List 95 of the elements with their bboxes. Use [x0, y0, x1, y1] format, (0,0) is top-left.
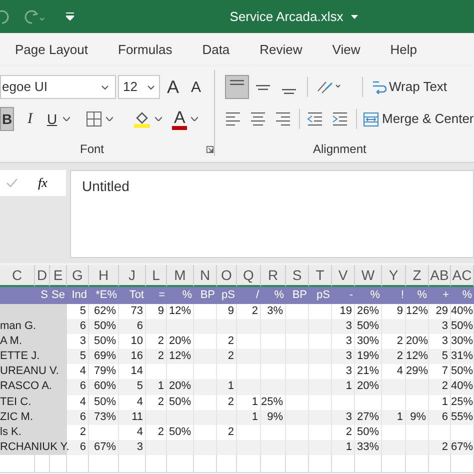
- header-cell-text: Ind: [70, 288, 88, 303]
- name-cell: TEI C.: [0, 394, 67, 410]
- ribbon-tab[interactable]: Formulas: [118, 40, 172, 60]
- align-lines-icon: [282, 89, 296, 94]
- header-cell-text: %: [416, 288, 428, 303]
- italic-button[interactable]: I: [22, 107, 38, 131]
- header-cell-text: %: [369, 288, 381, 303]
- table-cell: 67%: [451, 440, 474, 455]
- ribbon-tab[interactable]: View: [332, 40, 360, 60]
- column-header[interactable]: J: [119, 265, 146, 287]
- column-header[interactable]: N: [194, 265, 217, 287]
- name-cell: ETTE J.: [0, 349, 67, 364]
- name-cell: man G.: [0, 319, 67, 334]
- customize-toolbar-icon[interactable]: [66, 12, 74, 21]
- bold-button[interactable]: B: [0, 107, 14, 131]
- window-title: Service Arcada.xlsx: [230, 8, 344, 26]
- column-header[interactable]: R: [261, 265, 286, 287]
- header-cell-text: %: [181, 288, 193, 303]
- decrease-font-size-button[interactable]: A: [189, 80, 204, 94]
- merge-cells-icon: [363, 112, 379, 126]
- column-header[interactable]: E: [50, 265, 67, 287]
- header-cell-text: *E%: [94, 288, 118, 303]
- column-header[interactable]: O: [217, 265, 237, 287]
- name-cell: ls K.: [0, 424, 67, 440]
- name-cell: RCHANIUK Y.: [0, 440, 67, 455]
- wrap-text-icon: [371, 80, 387, 94]
- ribbon-tab[interactable]: Help: [390, 40, 417, 60]
- column-header[interactable]: Z: [406, 265, 429, 287]
- column-header[interactable]: M: [167, 265, 194, 287]
- wrap-text-button[interactable]: Wrap Text: [371, 77, 448, 97]
- column-header[interactable]: H: [89, 265, 119, 287]
- align-center-icon[interactable]: [250, 112, 266, 126]
- caret-icon[interactable]: [351, 14, 358, 18]
- column-header[interactable]: AB: [429, 265, 451, 287]
- ribbon-tab[interactable]: Page Layout: [15, 40, 88, 60]
- name-cell: RASCO A.: [0, 379, 67, 395]
- name-cell: ZIC M.: [0, 410, 67, 425]
- formula-input[interactable]: Untitled: [70, 170, 474, 258]
- column-header[interactable]: AC: [451, 265, 474, 287]
- header-cell-text: !: [400, 288, 405, 303]
- column-header[interactable]: D: [35, 265, 50, 287]
- header-cell-text: Tot: [128, 288, 145, 303]
- top-align-button[interactable]: [225, 75, 249, 99]
- check-icon[interactable]: [6, 178, 18, 188]
- decrease-indent-icon[interactable]: [307, 112, 323, 126]
- table-cell: 6: [67, 440, 89, 455]
- header-cell-text: +: [442, 288, 450, 303]
- table-cell: 33%: [355, 440, 382, 455]
- name-cell: A M.: [0, 334, 67, 350]
- table-cell: 1: [332, 440, 355, 455]
- fill-color-icon[interactable]: [133, 110, 151, 128]
- borders-icon[interactable]: [86, 111, 102, 127]
- table-cell: 3: [119, 440, 146, 455]
- header-cell-text: Se: [50, 288, 66, 303]
- group-label: Alignment: [313, 141, 366, 158]
- align-right-icon[interactable]: [275, 112, 291, 126]
- ribbon-tab[interactable]: Review: [260, 40, 302, 60]
- header-cell-text: %: [273, 288, 285, 303]
- table-cell: 67%: [89, 440, 119, 455]
- underline-button[interactable]: U: [44, 107, 60, 131]
- column-header[interactable]: Y: [382, 265, 406, 287]
- increase-font-size-button[interactable]: A: [165, 78, 182, 96]
- column-header[interactable]: Q: [237, 265, 261, 287]
- font-name-field[interactable]: egoe UI: [0, 75, 116, 99]
- header-cell-text: BP: [291, 288, 308, 303]
- merge-center-button[interactable]: Merge & Center: [363, 109, 474, 129]
- align-lines-icon: [256, 84, 270, 90]
- table-cell: 2: [429, 440, 451, 455]
- text-orientation-icon[interactable]: [316, 79, 342, 95]
- column-header[interactable]: T: [309, 265, 332, 287]
- dialog-launcher-icon[interactable]: [206, 144, 214, 154]
- column-header[interactable]: V: [332, 265, 355, 287]
- font-size-field[interactable]: 12: [118, 75, 160, 99]
- name-cell: UREANU V.: [0, 364, 67, 380]
- column-header[interactable]: L: [146, 265, 167, 287]
- column-header[interactable]: G: [67, 265, 89, 287]
- ribbon-tab[interactable]: Data: [202, 40, 230, 60]
- name-cell: [0, 304, 67, 320]
- header-cell-text: %: [461, 288, 473, 303]
- group-label: Font: [80, 141, 104, 158]
- header-cell-text: pS: [220, 288, 236, 303]
- header-cell-text: pS: [316, 288, 331, 303]
- column-header[interactable]: S: [286, 265, 309, 287]
- header-cell-text: BP: [199, 288, 216, 303]
- header-cell-text: -: [348, 288, 354, 303]
- header-cell-text: =: [158, 288, 166, 303]
- insert-function-button[interactable]: fx: [38, 173, 48, 193]
- header-cell-text: /: [254, 288, 260, 303]
- column-header[interactable]: W: [355, 265, 382, 287]
- column-header[interactable]: C: [0, 265, 35, 287]
- font-color-button[interactable]: A: [172, 108, 188, 130]
- header-cell-text: S: [40, 288, 49, 303]
- increase-indent-icon[interactable]: [332, 112, 348, 126]
- align-lines-icon: [230, 80, 244, 85]
- align-left-icon[interactable]: [225, 112, 241, 126]
